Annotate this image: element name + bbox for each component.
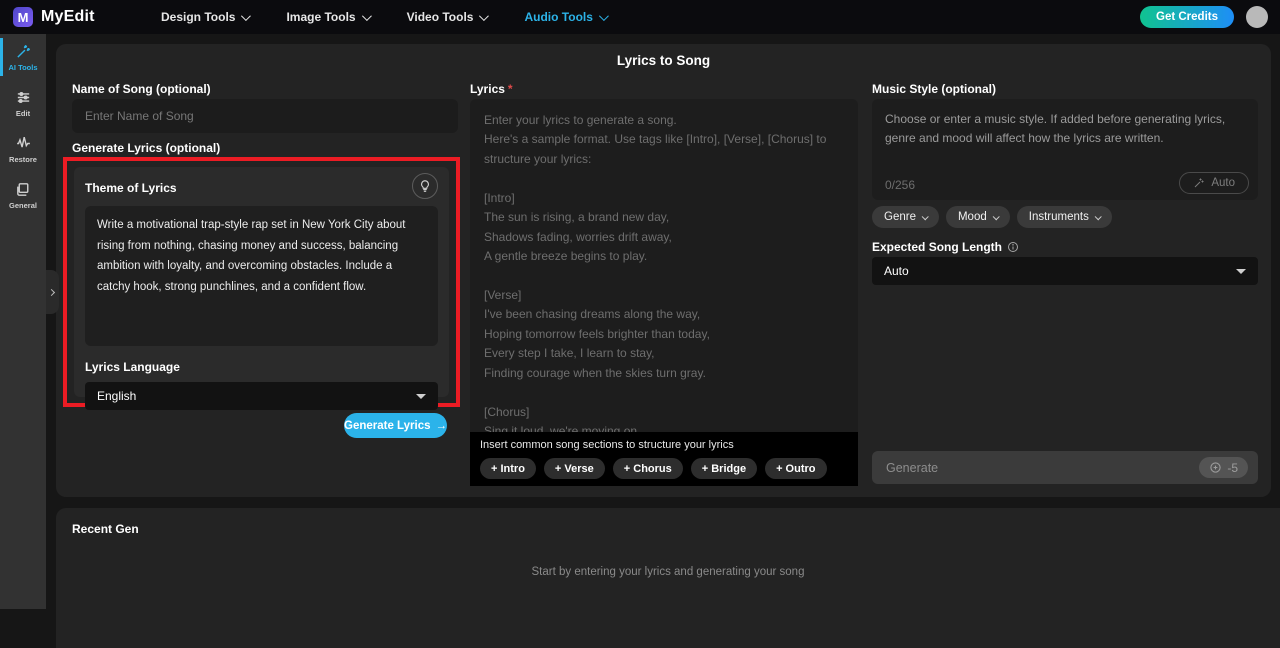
add-outro-button[interactable]: + Outro [765,458,826,479]
menu-audio-tools[interactable]: Audio Tools [524,10,605,24]
chevron-down-icon [362,11,372,21]
lyrics-label: Lyrics* [470,82,513,96]
song-length-label: Expected Song Length [872,240,1019,256]
chevron-down-icon [479,11,489,21]
theme-of-lyrics-label: Theme of Lyrics [85,181,177,195]
info-icon[interactable] [1007,241,1019,256]
menu-video-tools[interactable]: Video Tools [407,10,487,24]
lyrics-to-song-panel: Lyrics to Song Name of Song (optional) G… [56,44,1271,497]
instruments-chip-label: Instruments [1029,211,1089,223]
add-verse-button[interactable]: + Verse [544,458,605,479]
credit-cost-badge: -5 [1199,457,1248,478]
sidebar-item-label: AI Tools [8,63,37,72]
top-navbar: M MyEdit Design Tools Image Tools Video … [0,0,1280,34]
lyrics-language-select[interactable]: English [85,382,438,410]
add-chorus-button[interactable]: + Chorus [613,458,683,479]
chevron-down-icon [992,213,999,220]
chevron-right-icon [48,288,55,295]
myedit-logo-icon: M [13,7,33,27]
genre-chip-label: Genre [884,211,916,223]
left-sidebar: AI Tools Edit Restore General [0,34,46,609]
chevron-down-icon [599,11,609,21]
sidebar-item-restore[interactable]: Restore [0,126,46,172]
mood-chip[interactable]: Mood [946,206,1010,228]
lyrics-label-text: Lyrics [470,82,505,96]
caret-down-icon [1236,269,1246,274]
generate-song-button-label: Generate [886,461,938,475]
lyrics-language-value: English [97,389,136,403]
style-chips: Genre Mood Instruments [872,206,1112,228]
credit-cost-value: -5 [1227,461,1238,475]
recent-gen-title: Recent Gen [56,508,1280,536]
song-sections-bar: Insert common song sections to structure… [470,432,858,486]
sidebar-item-ai-tools[interactable]: AI Tools [0,34,46,80]
mood-chip-label: Mood [958,211,987,223]
generate-lyrics-button-label: Generate Lyrics [344,420,431,432]
sidebar-item-edit[interactable]: Edit [0,80,46,126]
lightbulb-idea-icon [418,179,432,193]
generate-song-button[interactable]: Generate -5 [872,451,1258,484]
auto-style-button[interactable]: Auto [1179,172,1249,194]
music-style-input[interactable]: Choose or enter a music style. If added … [872,99,1258,200]
sliders-icon [15,89,32,106]
song-length-label-text: Expected Song Length [872,240,1002,254]
chevron-down-icon [1094,213,1101,220]
menu-audio-tools-label: Audio Tools [524,10,592,24]
brand-name: MyEdit [41,8,95,26]
nav-menus: Design Tools Image Tools Video Tools Aud… [161,10,606,24]
arrow-right-icon: → [436,420,448,432]
lyrics-language-label: Lyrics Language [85,360,438,374]
sidebar-item-label: Restore [9,155,37,164]
auto-style-button-label: Auto [1211,177,1235,189]
generate-lyrics-section-label: Generate Lyrics (optional) [72,141,220,155]
get-credits-button[interactable]: Get Credits [1140,6,1234,28]
sidebar-item-general[interactable]: General [0,172,46,218]
sidebar-item-label: General [9,201,37,210]
chevron-down-icon [241,11,251,21]
brand[interactable]: M MyEdit [13,7,133,27]
sections-hint: Insert common song sections to structure… [480,439,848,451]
theme-of-lyrics-panel: Theme of Lyrics Write a motivational tra… [74,167,449,397]
menu-design-tools-label: Design Tools [161,10,235,24]
song-length-value: Auto [884,264,909,278]
recent-gen-panel: Recent Gen Start by entering your lyrics… [56,508,1280,648]
generate-lyrics-button[interactable]: Generate Lyrics → [344,413,447,438]
highlight-red-box: Theme of Lyrics Write a motivational tra… [63,157,460,407]
song-length-select[interactable]: Auto [872,257,1258,285]
add-intro-button[interactable]: + Intro [480,458,536,479]
navbar-right: Get Credits [1140,6,1268,28]
menu-image-tools-label: Image Tools [286,10,355,24]
recent-gen-empty-state: Start by entering your lyrics and genera… [56,566,1280,578]
theme-of-lyrics-textarea[interactable]: Write a motivational trap-style rap set … [85,206,438,346]
sidebar-expand-handle[interactable] [46,270,59,314]
menu-design-tools[interactable]: Design Tools [161,10,248,24]
page-title: Lyrics to Song [56,53,1271,68]
user-avatar[interactable] [1246,6,1268,28]
char-counter: 0/256 [885,178,915,192]
song-name-label: Name of Song (optional) [72,82,211,96]
menu-image-tools[interactable]: Image Tools [286,10,368,24]
lyrics-textarea[interactable] [470,99,858,432]
layers-icon [15,181,32,198]
credit-coin-icon [1209,461,1222,474]
magic-wand-icon [15,43,32,60]
chevron-down-icon [922,213,929,220]
menu-video-tools-label: Video Tools [407,10,474,24]
caret-down-icon [416,394,426,399]
magic-wand-icon [1193,177,1205,189]
add-bridge-button[interactable]: + Bridge [691,458,757,479]
suggest-theme-button[interactable] [412,173,438,199]
song-name-input[interactable] [72,99,458,133]
waveform-icon [15,135,32,152]
sidebar-item-label: Edit [16,109,30,118]
music-style-placeholder: Choose or enter a music style. If added … [872,99,1258,148]
required-asterisk: * [508,82,513,96]
music-style-label: Music Style (optional) [872,82,996,96]
instruments-chip[interactable]: Instruments [1017,206,1112,228]
genre-chip[interactable]: Genre [872,206,939,228]
